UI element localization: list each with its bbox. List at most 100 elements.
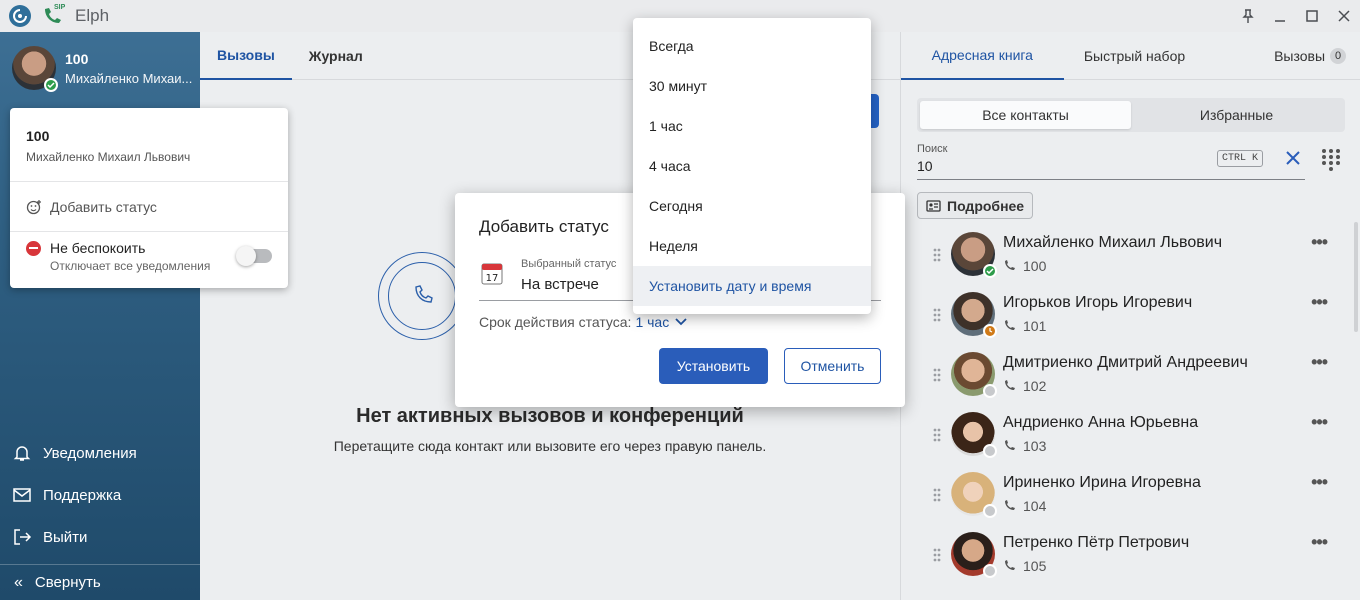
add-status-button[interactable]: Добавить статус xyxy=(10,182,288,232)
duration-option-4h[interactable]: 4 часа xyxy=(633,146,871,186)
phone-icon xyxy=(1005,440,1015,450)
search-shortcut: CTRL K xyxy=(1216,150,1263,167)
empty-calls-title: Нет активных вызовов и конференций xyxy=(356,405,744,427)
contact-more-button[interactable]: ••• xyxy=(1311,292,1328,313)
tab-label: Адресная книга xyxy=(931,47,1033,63)
drag-handle-icon[interactable] xyxy=(933,428,941,442)
drag-handle-icon[interactable] xyxy=(933,308,941,322)
duration-option-week[interactable]: Неделя xyxy=(633,226,871,266)
contact-more-button[interactable]: ••• xyxy=(1311,232,1328,253)
duration-option-always[interactable]: Всегда xyxy=(633,26,871,66)
contact-extension: 101 xyxy=(1023,318,1047,334)
segment-favorites[interactable]: Избранные xyxy=(1131,101,1342,129)
phone-icon xyxy=(1005,560,1015,570)
duration-select[interactable]: 1 час xyxy=(635,314,669,330)
tab-label: Вызовы xyxy=(1274,48,1326,64)
set-status-button[interactable]: Установить xyxy=(659,348,768,384)
dnd-toggle[interactable] xyxy=(236,246,272,266)
dnd-row: Не беспокоить Отключает все уведомления xyxy=(10,232,288,273)
contact-row[interactable]: Дмитриенко Дмитрий Андреевич 102 ••• xyxy=(901,344,1360,404)
duration-dropdown: Всегда 30 минут 1 час 4 часа Сегодня Нед… xyxy=(633,18,871,314)
tab-right-calls[interactable]: Вызовы 0 xyxy=(1205,32,1360,80)
avatar xyxy=(951,412,997,458)
popover-name: Михайленко Михаил Львович xyxy=(26,150,191,164)
tab-address-book[interactable]: Адресная книга xyxy=(901,32,1064,80)
contact-row[interactable]: Андриенко Анна Юрьевна 103 ••• xyxy=(901,404,1360,464)
contact-more-button[interactable]: ••• xyxy=(1311,532,1328,553)
close-button[interactable] xyxy=(1328,0,1360,32)
avatar xyxy=(12,46,58,92)
contact-more-button[interactable]: ••• xyxy=(1311,352,1328,373)
sidebar-item-logout[interactable]: Выйти xyxy=(0,516,200,558)
maximize-button[interactable] xyxy=(1296,0,1328,32)
drag-handle-icon[interactable] xyxy=(933,248,941,262)
segment-all-contacts[interactable]: Все контакты xyxy=(920,101,1131,129)
window-title: Elph xyxy=(75,6,110,25)
dialpad-icon[interactable] xyxy=(1321,148,1341,172)
logout-icon xyxy=(14,529,32,545)
duration-option-30min[interactable]: 30 минут xyxy=(633,66,871,106)
phone-icon xyxy=(1005,260,1015,270)
right-tabs: Адресная книга Быстрый набор Вызовы 0 xyxy=(901,32,1360,80)
bell-icon xyxy=(13,446,31,461)
contact-extension: 103 xyxy=(1023,438,1047,454)
duration-option-today[interactable]: Сегодня xyxy=(633,186,871,226)
contact-extension: 104 xyxy=(1023,498,1047,514)
dnd-icon xyxy=(26,240,41,256)
drag-handle-icon[interactable] xyxy=(933,548,941,562)
search-input[interactable]: Поиск 10 CTRL K xyxy=(917,140,1305,180)
presence-away-icon xyxy=(983,324,997,338)
mail-icon xyxy=(13,488,31,502)
contact-list: Михайленко Михаил Львович 100 ••• Игорьк… xyxy=(901,224,1360,584)
contact-extension: 102 xyxy=(1023,378,1047,394)
contacts-scrollbar[interactable] xyxy=(1354,222,1358,332)
search-label: Поиск xyxy=(917,143,948,155)
maximize-icon xyxy=(1306,10,1318,22)
details-button[interactable]: Подробнее xyxy=(917,192,1034,219)
avatar xyxy=(951,292,997,338)
smile-plus-icon xyxy=(26,199,41,214)
dialog-title: Добавить статус xyxy=(479,217,609,236)
dnd-title: Не беспокоить xyxy=(50,240,146,256)
contact-more-button[interactable]: ••• xyxy=(1311,412,1328,433)
calls-count-badge: 0 xyxy=(1330,48,1347,64)
tab-journal[interactable]: Журнал xyxy=(292,32,380,80)
my-profile[interactable]: 100 Михайленко Михаи... xyxy=(12,46,192,92)
sip-phone-icon: SIP xyxy=(41,4,65,27)
contact-row[interactable]: Ириненко Ирина Игоревна 104 ••• xyxy=(901,464,1360,524)
contact-more-button[interactable]: ••• xyxy=(1311,472,1328,493)
tab-calls[interactable]: Вызовы xyxy=(200,32,292,80)
avatar xyxy=(951,472,997,518)
duration-label: Срок действия статуса: xyxy=(479,314,632,330)
duration-option-custom[interactable]: Установить дату и время xyxy=(633,266,871,306)
contact-row[interactable]: Петренко Пётр Петрович 105 ••• xyxy=(901,524,1360,584)
add-status-label: Добавить статус xyxy=(50,198,157,215)
clear-search-icon[interactable] xyxy=(1283,148,1303,168)
sidebar-item-support[interactable]: Поддержка xyxy=(0,474,200,516)
contact-name: Ириненко Ирина Игоревна xyxy=(1003,474,1201,491)
duration-option-1h[interactable]: 1 час xyxy=(633,106,871,146)
empty-calls-subtitle: Перетащите сюда контакт или вызовите его… xyxy=(333,438,767,454)
minimize-button[interactable] xyxy=(1264,0,1296,32)
chevron-down-icon[interactable] xyxy=(675,318,687,326)
contact-name: Михайленко Михаил Львович xyxy=(1003,234,1223,251)
contact-name: Петренко Пётр Петрович xyxy=(1003,534,1190,551)
drag-handle-icon[interactable] xyxy=(933,368,941,382)
calendar-icon: 17 xyxy=(481,263,503,285)
collapse-sidebar-button[interactable]: « Свернуть xyxy=(0,564,200,600)
drag-handle-icon[interactable] xyxy=(933,488,941,502)
details-label: Подробнее xyxy=(947,197,1025,214)
avatar xyxy=(951,352,997,398)
cancel-button[interactable]: Отменить xyxy=(784,348,881,384)
avatar xyxy=(951,232,997,278)
search-value: 10 xyxy=(917,158,933,174)
selected-status-value: На встрече xyxy=(521,276,599,293)
empty-calls-illustration xyxy=(378,252,466,340)
contact-row[interactable]: Михайленко Михаил Львович 100 ••• xyxy=(901,224,1360,284)
tab-speed-dial[interactable]: Быстрый набор xyxy=(1064,32,1206,80)
phone-icon xyxy=(1005,500,1015,510)
contact-extension: 105 xyxy=(1023,558,1047,574)
sidebar-item-notifications[interactable]: Уведомления xyxy=(0,432,200,474)
contact-row[interactable]: Игорьков Игорь Игоревич 101 ••• xyxy=(901,284,1360,344)
pin-button[interactable] xyxy=(1232,0,1264,32)
